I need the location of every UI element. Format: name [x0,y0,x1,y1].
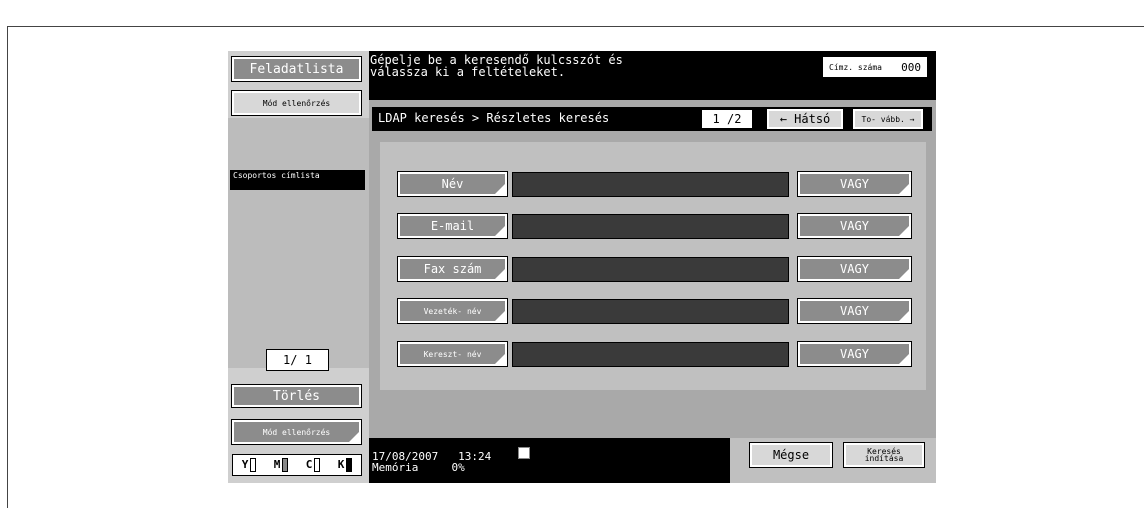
next-button[interactable]: To- vább. → [852,108,924,130]
toner-indicator: Y M C K [232,454,362,476]
surname-input[interactable] [512,299,789,324]
delete-button[interactable]: Törlés [231,384,362,408]
firstname-input[interactable] [512,342,789,367]
operator-button-firstname[interactable]: VAGY [797,341,912,367]
fax-input[interactable] [512,257,789,282]
email-input[interactable] [512,214,789,239]
operator-button-email[interactable]: VAGY [797,213,912,239]
job-list-button[interactable]: Feladatlista [231,56,362,82]
page-indicator: 1 /2 [701,109,753,129]
recipient-counter-label: Címz. száma [829,62,882,72]
network-status-icon [518,447,530,459]
recipient-counter-value: 000 [901,60,921,74]
recipient-counter: Címz. száma 000 [822,56,928,78]
status-info: 17/08/2007 13:24 Memória 0% [372,450,492,474]
instruction-message: Gépelje be a keresendő kulcsszót és vála… [370,53,623,79]
group-list-tab[interactable]: Csoportos címlista [230,170,365,190]
mode-check-button-2[interactable]: Mód ellenőrzés [231,419,362,445]
tab-title: LDAP keresés > Részletes keresés [378,111,610,125]
mode-check-button[interactable]: Mód ellenőrzés [231,90,362,116]
start-search-button[interactable]: Keresés indítása [843,442,925,468]
field-label-fax-button[interactable]: Fax szám [397,256,508,282]
name-input[interactable] [512,172,789,197]
field-label-name-button[interactable]: Név [397,171,508,197]
operator-button-name[interactable]: VAGY [797,171,912,197]
field-label-surname-button[interactable]: Vezeték- név [397,298,508,324]
left-panel [228,51,369,483]
back-button[interactable]: ← Hátsó [766,108,844,130]
operator-button-surname[interactable]: VAGY [797,298,912,324]
cancel-button[interactable]: Mégse [749,442,833,468]
field-label-firstname-button[interactable]: Kereszt- név [397,341,508,367]
field-label-email-button[interactable]: E-mail [397,213,508,239]
left-page-counter: 1/ 1 [266,349,329,371]
operator-button-fax[interactable]: VAGY [797,256,912,282]
